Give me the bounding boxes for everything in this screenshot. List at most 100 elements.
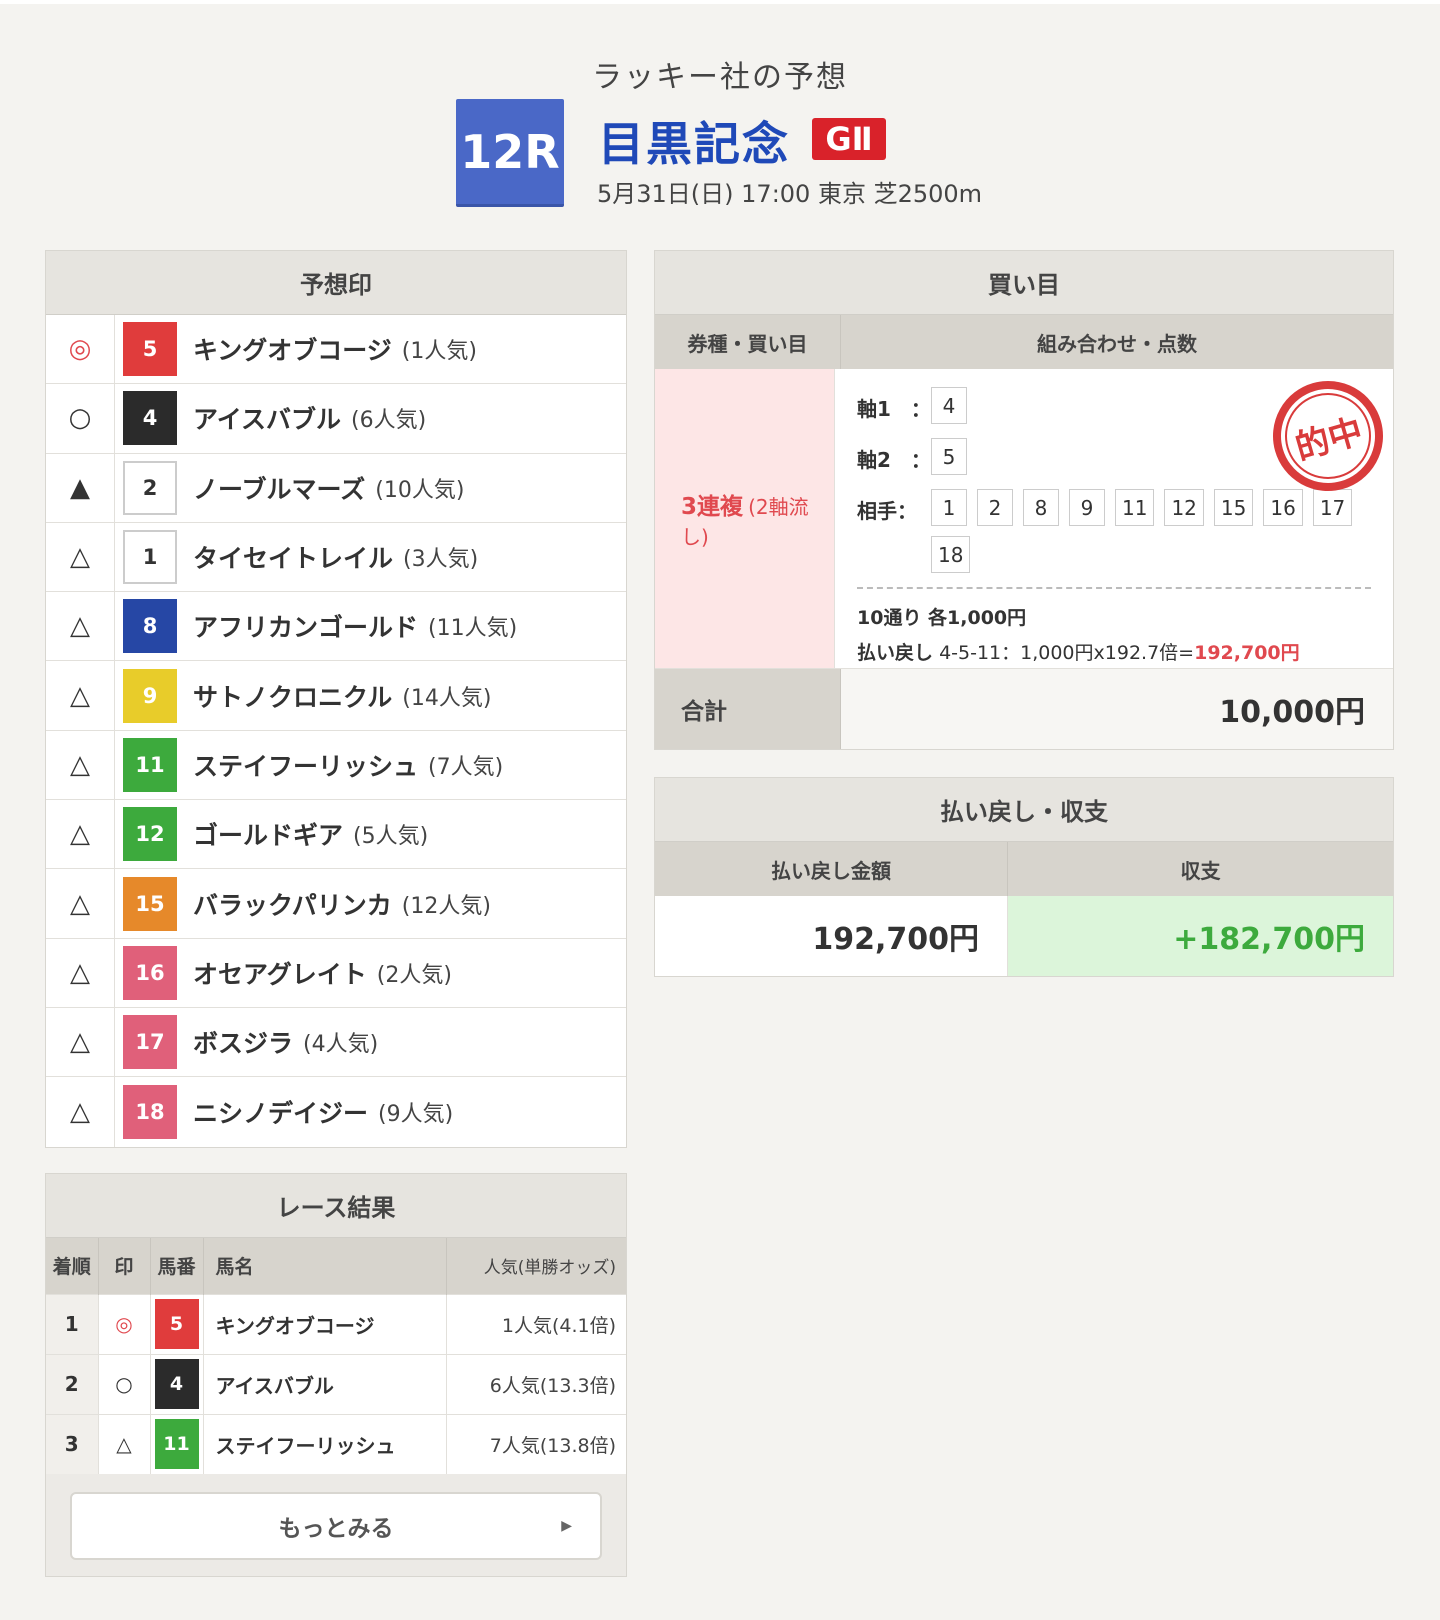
race-info: 5月31日(日) 17:00 東京 芝2500m xyxy=(597,180,983,208)
prediction-mark: ○ xyxy=(98,1353,151,1414)
rank: 2 xyxy=(46,1353,99,1414)
horse-name-cell: アフリカンゴールド (11人気) xyxy=(193,592,517,660)
more-button[interactable]: もっとみる ▶ xyxy=(70,1492,602,1560)
payout-line: 払い戻し 4-5-11：1,000円x192.7倍=192,700円 xyxy=(857,638,1371,665)
horse-name: ステイフーリッシュ xyxy=(193,751,419,781)
prediction-row: △ 18 ニシノデイジー (9人気) xyxy=(46,1077,626,1147)
horse-number-chip: 16 xyxy=(1263,489,1303,526)
bet-panel: 買い目 券種・買い目 組み合わせ・点数 3連複 (2軸流し) 軸1 ： 4 軸2… xyxy=(654,250,1397,750)
table-row: 1 ◎ 5 キングオブコージ 1人気(4.1倍) xyxy=(46,1293,626,1354)
payout-table-header: 払い戻し金額 収支 xyxy=(655,842,1393,896)
horse-name: バラックパリンカ xyxy=(193,890,392,920)
horse-name: アフリカンゴールド xyxy=(193,613,419,643)
total-row: 合計 10,000円 xyxy=(655,669,1393,749)
combination-cell: 軸1 ： 4 軸2 ： 5 相手： 1 2 8 9 11 12 15 16 17 18 10通り … xyxy=(835,367,1397,668)
bet-panel-title: 買い目 xyxy=(655,251,1393,315)
col-mark: 印 xyxy=(98,1238,151,1294)
odds: 1人気(4.1倍) xyxy=(446,1293,626,1354)
horse-name-cell: ゴールドギア (5人気) xyxy=(193,800,428,868)
prediction-mark: ◎ xyxy=(46,315,115,384)
table-row: 2 ○ 4 アイスバブル 6人気(13.3倍) xyxy=(46,1353,626,1414)
horse-name-cell: タイセイトレイル (3人気) xyxy=(193,523,478,591)
popularity: (9人気) xyxy=(378,1101,454,1127)
horse-number-cell: 11 xyxy=(150,1413,204,1474)
prediction-row: ○ 4 アイスバブル (6人気) xyxy=(46,384,626,454)
popularity: (2人気) xyxy=(376,962,452,988)
col-combination: 組み合わせ・点数 xyxy=(1037,331,1197,356)
partner-line: 相手： 1 2 8 9 11 12 15 16 17 18 xyxy=(857,489,1371,573)
chevron-right-icon: ▶ xyxy=(561,1518,572,1534)
horse-number-chip: 18 xyxy=(931,536,971,573)
bet-count: 10通り 各1,000円 xyxy=(857,607,1027,629)
horse-number-chip: 8 xyxy=(1023,489,1059,526)
race-result-table: 着順 印 馬番 馬名 人気(単勝オッズ) 1 ◎ 5 キングオブコージ 1人気(4.1倍… xyxy=(46,1238,626,1474)
horse-name-cell: バラックパリンカ (12人気) xyxy=(193,869,491,937)
popularity: (5人気) xyxy=(353,824,429,850)
horse-number: 4 xyxy=(123,391,177,446)
horse-number: 11 xyxy=(154,1419,199,1470)
col-num: 馬番 xyxy=(150,1238,204,1294)
col-name: 馬名 xyxy=(203,1238,447,1294)
horse-name: ニシノデイジー xyxy=(193,1098,369,1128)
grade-badge: GⅡ xyxy=(812,118,886,160)
horse-name: アイスバブル xyxy=(203,1353,447,1414)
horse-number: 1 xyxy=(123,530,177,585)
popularity: (7人気) xyxy=(428,754,504,780)
horse-name: ステイフーリッシュ xyxy=(203,1413,447,1474)
table-header-row: 着順 印 馬番 馬名 人気(単勝オッズ) xyxy=(46,1238,626,1294)
payout-amount: 192,700円 xyxy=(1194,642,1300,664)
prediction-row: △ 12 ゴールドギア (5人気) xyxy=(46,800,626,870)
prediction-mark: △ xyxy=(46,522,115,592)
popularity: (14人気) xyxy=(402,685,492,711)
prediction-row: △ 11 ステイフーリッシュ (7人気) xyxy=(46,730,626,801)
prediction-mark: △ xyxy=(46,1077,115,1147)
horse-number-chip: 11 xyxy=(1115,489,1155,526)
horse-name-cell: ニシノデイジー (9人気) xyxy=(193,1077,453,1146)
horse-number: 4 xyxy=(154,1359,199,1409)
horse-number-cell: 4 xyxy=(150,1353,204,1414)
prediction-row: △ 17 ボスジラ (4人気) xyxy=(46,1007,626,1078)
prediction-list: ◎ 5 キングオブコージ (1人気) ○ 4 アイスバブル (6人気) ▲ 2 ノーブルマーズ (10… xyxy=(46,315,626,1147)
col-payout-amount: 払い戻し金額 xyxy=(655,842,1008,896)
prediction-mark: △ xyxy=(46,661,115,730)
prediction-row: △ 15 バラックパリンカ (12人気) xyxy=(46,869,626,939)
horse-name-cell: サトノクロニクル (14人気) xyxy=(193,661,491,729)
prediction-row: △ 8 アフリカンゴールド (11人気) xyxy=(46,592,626,662)
horse-name-cell: ボスジラ (4人気) xyxy=(193,1008,378,1076)
prediction-mark: △ xyxy=(46,1007,115,1077)
prediction-row: △ 9 サトノクロニクル (14人気) xyxy=(46,661,626,731)
horse-name: ゴールドギア xyxy=(193,821,344,851)
payout-label: 払い戻し xyxy=(857,642,934,664)
axis1-label: 軸1 ： xyxy=(857,397,931,421)
col-rank: 着順 xyxy=(46,1238,99,1294)
horse-name-cell: キングオブコージ (1人気) xyxy=(193,315,477,383)
payout-detail: 4-5-11：1,000円x192.7倍= xyxy=(939,642,1195,664)
horse-name: キングオブコージ xyxy=(193,336,392,366)
dashed-divider xyxy=(857,587,1371,589)
prediction-row: ▲ 2 ノーブルマーズ (10人気) xyxy=(46,453,626,523)
col-odds: 人気(単勝オッズ) xyxy=(446,1238,626,1294)
horse-number-chip: 5 xyxy=(931,438,967,475)
popularity: (10人気) xyxy=(375,477,465,503)
total-value: 10,000円 xyxy=(841,669,1393,749)
partner-label: 相手： xyxy=(857,499,917,523)
horse-name-cell: ステイフーリッシュ (7人気) xyxy=(193,731,503,799)
horse-name: サトノクロニクル xyxy=(193,682,393,712)
prediction-mark: △ xyxy=(46,938,115,1007)
horse-name: アイスバブル xyxy=(193,405,342,435)
popularity: (1人気) xyxy=(401,339,477,365)
payout-panel-title: 払い戻し・収支 xyxy=(655,778,1393,842)
horse-number-chip: 4 xyxy=(931,387,967,424)
partner-chips: 1 2 8 9 11 12 15 16 17 18 xyxy=(931,489,1371,573)
race-result-panel: レース結果 着順 印 馬番 馬名 人気(単勝オッズ) 1 ◎ 5 キングオブコージ 1人… xyxy=(45,1173,627,1577)
rank: 1 xyxy=(46,1293,99,1354)
horse-name-cell: アイスバブル (6人気) xyxy=(193,384,426,452)
horse-number-chip: 9 xyxy=(1069,489,1105,526)
prediction-panel-title: 予想印 xyxy=(46,251,626,315)
predictor-title: ラッキー社の予想 xyxy=(592,60,848,95)
prediction-mark: ◎ xyxy=(98,1293,151,1354)
prediction-row: ◎ 5 キングオブコージ (1人気) xyxy=(46,315,626,385)
prediction-mark: △ xyxy=(46,730,115,800)
horse-number-chip: 1 xyxy=(931,489,967,526)
popularity: (12人気) xyxy=(401,893,491,919)
